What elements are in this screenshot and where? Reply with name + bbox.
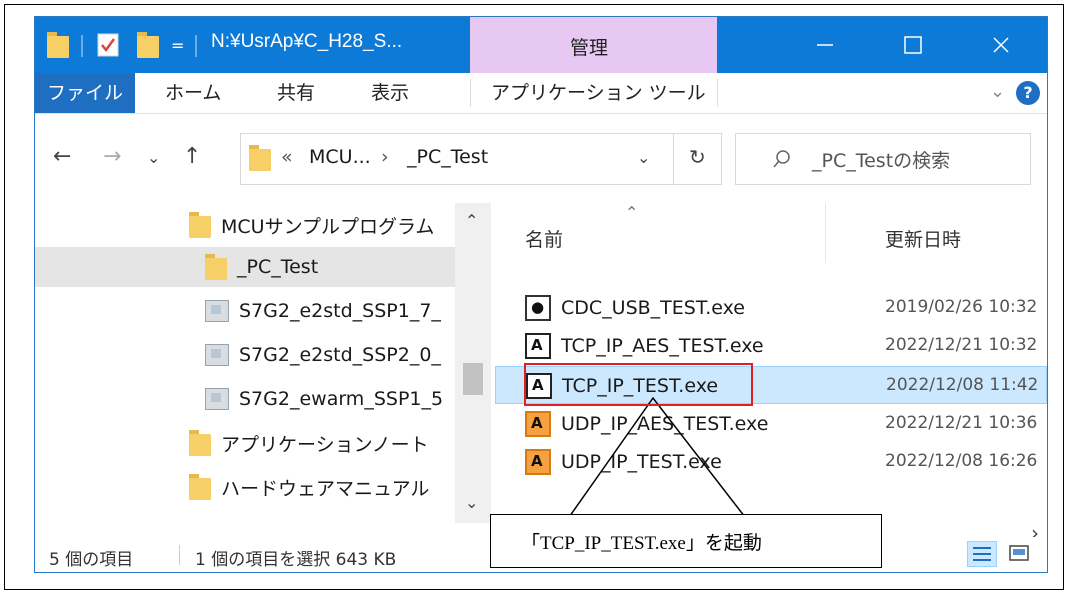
annotation-text: 「TCP_IP_TEST.exe」を起動 [521,533,762,554]
callout-pointer [559,396,756,531]
highlight-box [524,363,753,406]
annotation-callout: 「TCP_IP_TEST.exe」を起動 [490,514,882,568]
